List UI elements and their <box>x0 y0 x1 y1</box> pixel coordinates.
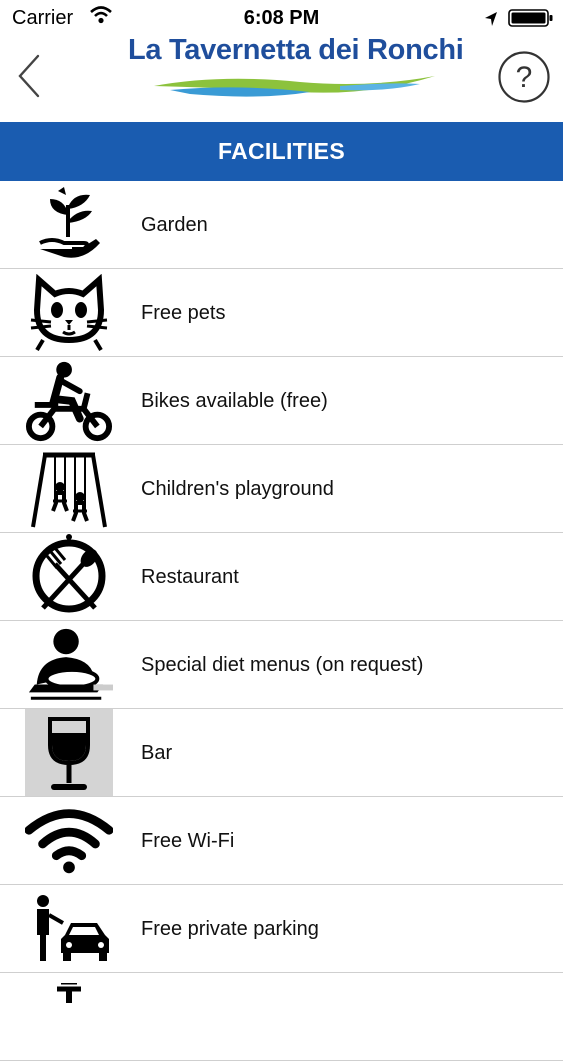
app-logo: La Tavernetta dei Ronchi <box>128 34 464 122</box>
page-title: FACILITIES <box>218 138 345 164</box>
list-item-label: Free pets <box>141 302 226 324</box>
question-circle-icon: ? <box>498 51 550 103</box>
list-item-label: Children's playground <box>141 478 334 500</box>
list-item-diet[interactable]: Special diet menus (on request) <box>0 621 563 709</box>
logo-text: La Tavernetta dei Ronchi <box>128 34 464 66</box>
battery-icon <box>508 9 554 33</box>
diet-menu-icon <box>25 621 113 708</box>
list-item-label: Garden <box>141 214 208 236</box>
help-button[interactable]: ? <box>497 50 551 104</box>
app-header: La Tavernetta dei Ronchi ? <box>0 34 563 122</box>
wine-glass-icon <box>25 709 113 796</box>
wifi-icon <box>25 797 113 884</box>
list-item-parking[interactable]: Free private parking <box>0 885 563 973</box>
list-item-bar[interactable]: Bar <box>0 709 563 797</box>
location-arrow-icon <box>484 10 498 33</box>
parking-icon <box>25 885 113 972</box>
list-item-label: Restaurant <box>141 566 239 588</box>
status-time: 6:08 PM <box>243 7 320 29</box>
chevron-left-icon <box>18 54 40 98</box>
cat-icon <box>25 269 113 356</box>
list-item-label: Free private parking <box>141 918 319 940</box>
list-item-partial[interactable] <box>0 973 563 1061</box>
garden-icon <box>25 181 113 268</box>
list-item-wifi[interactable]: Free Wi-Fi <box>0 797 563 885</box>
status-bar: Carrier 6:08 PM <box>0 0 563 36</box>
list-item-label: Special diet menus (on request) <box>141 654 424 676</box>
list-item-label: Bar <box>141 742 173 764</box>
page-title-bar: FACILITIES <box>0 122 563 181</box>
swing-icon <box>25 445 113 532</box>
back-button[interactable] <box>14 52 54 100</box>
restaurant-icon <box>25 533 113 620</box>
logo-swoosh-graphic <box>154 76 435 97</box>
list-item-garden[interactable]: Garden <box>0 181 563 269</box>
partial-icon <box>25 973 113 1060</box>
svg-text:?: ? <box>516 61 533 94</box>
list-item-restaurant[interactable]: Restaurant <box>0 533 563 621</box>
facilities-list: Garden Free pets Bikes available (free) … <box>0 181 563 1061</box>
list-item-label: Free Wi-Fi <box>141 830 235 852</box>
list-item-bikes[interactable]: Bikes available (free) <box>0 357 563 445</box>
list-item-playground[interactable]: Children's playground <box>0 445 563 533</box>
motorbike-icon <box>25 357 113 444</box>
list-item-pets[interactable]: Free pets <box>0 269 563 357</box>
list-item-label: Bikes available (free) <box>141 390 328 412</box>
